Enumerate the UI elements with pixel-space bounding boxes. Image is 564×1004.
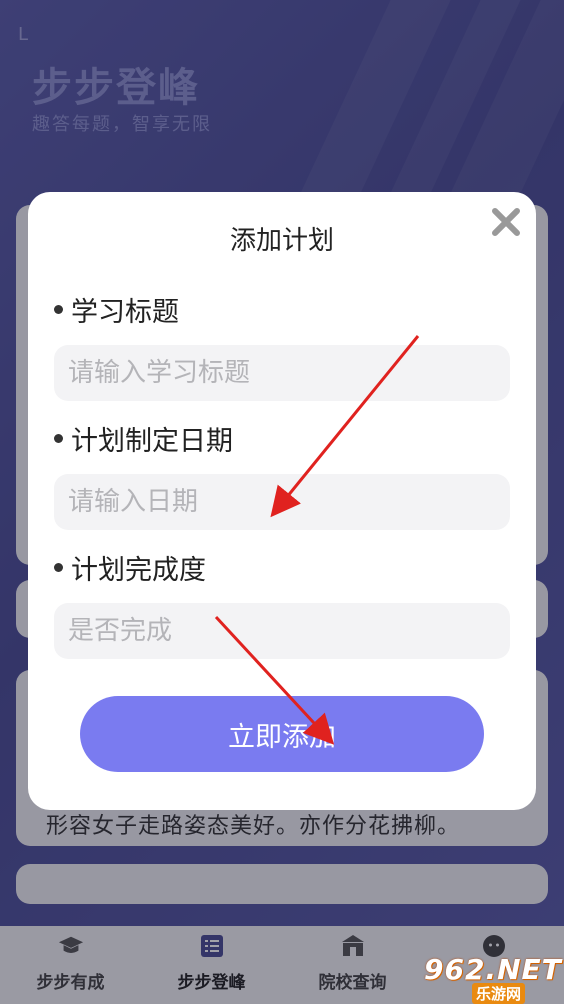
bullet-icon	[54, 434, 63, 443]
site-watermark: 962.NET 乐游网	[424, 953, 564, 1004]
bullet-icon	[54, 563, 63, 572]
study-title-input[interactable]	[54, 345, 510, 401]
completion-label: 计划完成度	[54, 548, 206, 587]
add-now-button[interactable]: 立即添加	[80, 696, 484, 772]
watermark-sub: 乐游网	[472, 983, 526, 1004]
plan-date-input[interactable]	[54, 474, 510, 530]
completion-input[interactable]	[54, 603, 510, 659]
close-icon[interactable]	[490, 206, 522, 238]
watermark-logo: 962.NET	[424, 953, 562, 986]
field-label-text: 计划完成度	[71, 555, 206, 586]
field-label-text: 计划制定日期	[71, 426, 233, 457]
dialog-title: 添加计划	[229, 226, 334, 256]
field-label-text: 学习标题	[71, 297, 179, 328]
plan-date-label: 计划制定日期	[54, 419, 233, 458]
bullet-icon	[54, 305, 63, 314]
add-plan-dialog: 添加计划 学习标题 计划制定日期 计划完成度 立即添加	[28, 192, 536, 810]
study-title-label: 学习标题	[54, 290, 179, 329]
